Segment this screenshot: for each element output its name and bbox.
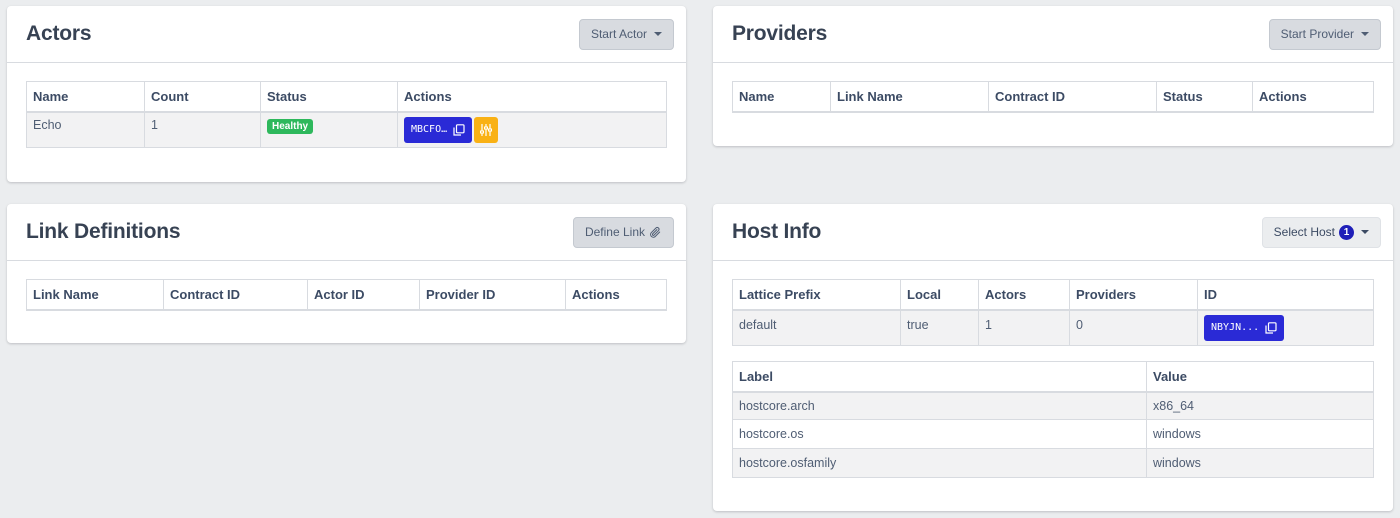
providers-table: Name Link Name Contract ID Status Action…: [732, 81, 1374, 113]
link-definitions-title: Link Definitions: [26, 220, 181, 243]
caret-down-icon: [654, 32, 662, 36]
copy-icon: [1265, 321, 1277, 334]
actor-name: Echo: [26, 111, 145, 148]
host-id-cell: NBYJN...: [1197, 309, 1374, 346]
host-labels-table: Label Value hostcore.arch x86_64 hostcor…: [732, 361, 1374, 478]
column-header-actions: Actions: [565, 279, 667, 311]
column-header-lattice-prefix: Lattice Prefix: [732, 279, 901, 311]
providers-title: Providers: [732, 22, 828, 45]
actors-title: Actors: [26, 22, 92, 45]
column-header-link-name: Link Name: [26, 279, 164, 311]
column-header-status: Status: [1156, 81, 1253, 113]
define-link-button[interactable]: Define Link: [572, 216, 674, 248]
table-header-row: Lattice Prefix Local Actors Providers ID: [732, 279, 1374, 311]
host-table: Lattice Prefix Local Actors Providers ID…: [732, 279, 1374, 346]
table-row: default true 1 0 NBYJN...: [732, 309, 1374, 346]
column-header-local: Local: [900, 279, 979, 311]
link-definitions-card-body: Link Name Contract ID Actor ID Provider …: [7, 261, 686, 311]
column-header-actors: Actors: [978, 279, 1070, 311]
status-badge: Healthy: [267, 118, 314, 134]
link-definitions-card: Link Definitions Define Link Link Name C…: [7, 204, 686, 343]
column-header-actor-id: Actor ID: [307, 279, 420, 311]
label-key: hostcore.arch: [732, 391, 1147, 420]
select-host-label: Select Host: [1273, 225, 1335, 239]
label-key: hostcore.os: [732, 419, 1147, 449]
column-header-status: Status: [260, 81, 398, 113]
table-header-row: Link Name Contract ID Actor ID Provider …: [26, 279, 667, 311]
copy-icon: [453, 123, 465, 136]
host-id-copy-button[interactable]: NBYJN...: [1204, 314, 1285, 341]
table-header-row: Label Value: [732, 361, 1374, 393]
column-header-name: Name: [732, 81, 831, 113]
actor-actions-cell: MBCFO…: [397, 111, 667, 148]
table-row: hostcore.os windows: [732, 419, 1374, 449]
column-header-contract-id: Contract ID: [988, 81, 1157, 113]
link-definitions-card-header: Link Definitions Define Link: [7, 204, 686, 261]
start-provider-button[interactable]: Start Provider: [1268, 18, 1381, 50]
host-actors: 1: [978, 309, 1070, 346]
column-header-count: Count: [144, 81, 261, 113]
actor-id-copy-button[interactable]: MBCFO…: [404, 116, 473, 143]
table-header-row: Name Link Name Contract ID Status Action…: [732, 81, 1374, 113]
column-header-value: Value: [1146, 361, 1374, 393]
link-definitions-table: Link Name Contract ID Actor ID Provider …: [26, 279, 667, 311]
select-host-button[interactable]: Select Host 1: [1261, 216, 1381, 248]
column-header-providers: Providers: [1069, 279, 1198, 311]
column-header-actions: Actions: [397, 81, 667, 113]
actors-card-header: Actors Start Actor: [7, 6, 686, 63]
providers-card: Providers Start Provider Name Link Name …: [713, 6, 1393, 146]
column-header-id: ID: [1197, 279, 1374, 311]
column-header-actions: Actions: [1252, 81, 1374, 113]
column-header-contract-id: Contract ID: [163, 279, 308, 311]
label-value: windows: [1146, 419, 1374, 449]
start-actor-button[interactable]: Start Actor: [578, 18, 674, 50]
actors-card-body: Name Count Status Actions Echo 1 Healthy: [7, 63, 686, 148]
column-header-provider-id: Provider ID: [419, 279, 566, 311]
actor-status-cell: Healthy: [260, 111, 398, 148]
actors-card: Actors Start Actor Name Count Status Act…: [7, 6, 686, 182]
host-local: true: [900, 309, 979, 346]
host-id-label: NBYJN...: [1211, 322, 1260, 334]
providers-card-body: Name Link Name Contract ID Status Action…: [713, 63, 1393, 113]
caret-down-icon: [1361, 32, 1369, 36]
actor-scale-button[interactable]: [474, 116, 499, 143]
providers-card-header: Providers Start Provider: [713, 6, 1393, 63]
table-header-row: Name Count Status Actions: [26, 81, 667, 113]
actors-table: Name Count Status Actions Echo 1 Healthy: [26, 81, 667, 148]
host-providers: 0: [1069, 309, 1198, 346]
paperclip-icon: [650, 226, 661, 238]
column-header-name: Name: [26, 81, 145, 113]
start-provider-label: Start Provider: [1280, 27, 1354, 41]
label-value: x86_64: [1146, 391, 1374, 420]
actor-id-label: MBCFO…: [411, 124, 448, 136]
define-link-label: Define Link: [584, 225, 645, 239]
table-row: hostcore.arch x86_64: [732, 391, 1374, 420]
column-header-label: Label: [732, 361, 1147, 393]
host-prefix: default: [732, 309, 901, 346]
label-value: windows: [1146, 448, 1374, 478]
caret-down-icon: [1361, 230, 1369, 234]
label-key: hostcore.osfamily: [732, 448, 1147, 478]
host-info-card: Host Info Select Host 1 Lattice Prefix L…: [713, 204, 1393, 511]
sliders-icon: [480, 123, 493, 136]
start-actor-label: Start Actor: [590, 27, 647, 41]
host-info-title: Host Info: [732, 220, 822, 243]
host-info-card-header: Host Info Select Host 1: [713, 204, 1393, 261]
table-row: hostcore.osfamily windows: [732, 448, 1374, 478]
host-info-card-body: Lattice Prefix Local Actors Providers ID…: [713, 261, 1393, 478]
column-header-link-name: Link Name: [830, 81, 989, 113]
host-count-badge: 1: [1339, 224, 1354, 240]
actor-count: 1: [144, 111, 261, 148]
table-row: Echo 1 Healthy MBCFO…: [26, 111, 667, 148]
